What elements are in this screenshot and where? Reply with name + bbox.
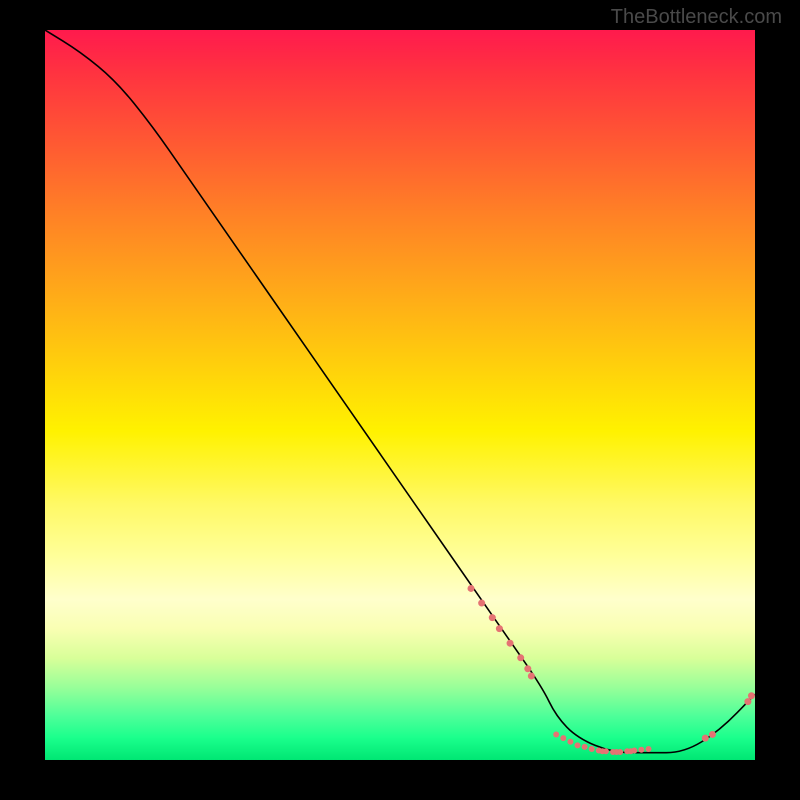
chart-container: TheBottleneck.com <box>0 0 800 800</box>
watermark-text: TheBottleneck.com <box>611 6 782 29</box>
data-points-segment2 <box>553 731 651 755</box>
main-curve <box>45 30 755 753</box>
data-points-segment1 <box>468 585 535 680</box>
data-points-segment3 <box>702 692 755 741</box>
chart-svg <box>45 30 755 760</box>
plot-area <box>45 30 755 760</box>
